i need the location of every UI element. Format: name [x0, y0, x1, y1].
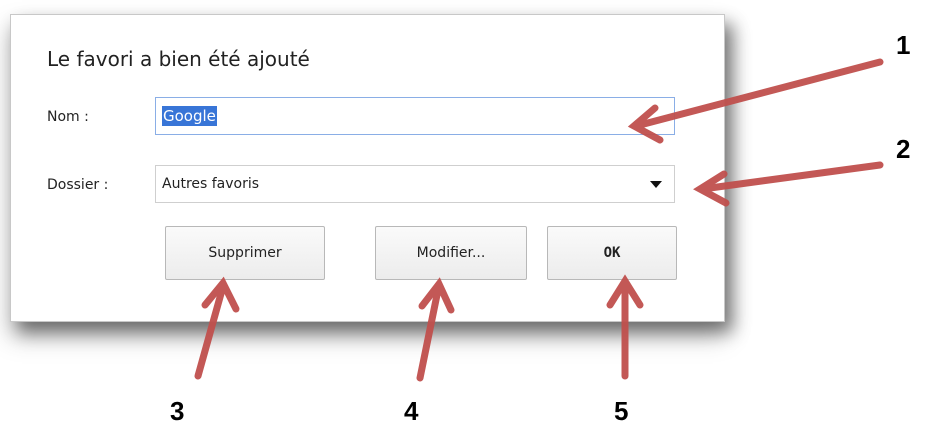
- arrow-1: [636, 58, 884, 129]
- callout-number-2: 2: [896, 134, 911, 164]
- arrow-2: [706, 161, 884, 192]
- annotation-arrows: [194, 58, 884, 382]
- callout-number-1: 1: [896, 30, 911, 60]
- callout-number-5: 5: [614, 396, 629, 426]
- callout-number-4: 4: [404, 396, 419, 426]
- callout-number-3: 3: [170, 396, 185, 426]
